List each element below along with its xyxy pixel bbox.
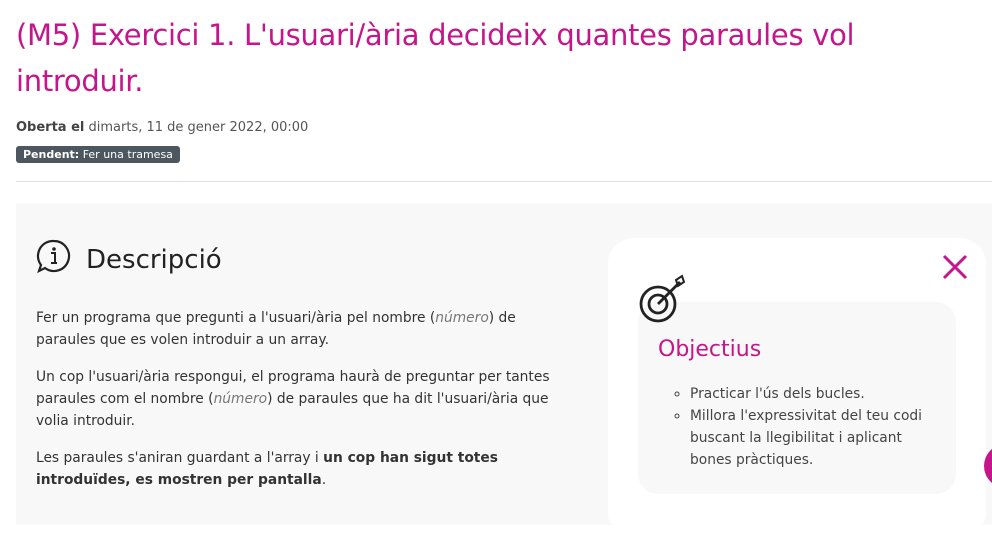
target-icon	[636, 274, 690, 330]
opened-date: Oberta el dimarts, 11 de gener 2022, 00:…	[16, 120, 309, 135]
list-item: Millora l'expressivitat del teu codi bus…	[690, 405, 940, 471]
paragraph: Les paraules s'aniran guardant a l'array…	[36, 450, 498, 488]
description-heading: Descripció	[36, 238, 222, 281]
info-icon	[36, 238, 72, 281]
paragraph: Fer un programa que pregunti a l'usuari/…	[36, 310, 516, 348]
page-title: (M5) Exercici 1. L'usuari/ària decideix …	[16, 18, 855, 98]
list-item: Practicar l'ús dels bucles.	[690, 383, 940, 405]
close-icon[interactable]	[940, 252, 970, 286]
divider	[16, 181, 992, 182]
objectives-list: Practicar l'ús dels bucles. Millora l'ex…	[690, 383, 940, 471]
status-badge: Pendent: Fer una tramesa	[16, 146, 180, 163]
paragraph: Un cop l'usuari/ària respongui, el progr…	[36, 369, 550, 429]
description-body: Fer un programa que pregunti a l'usuari/…	[36, 307, 576, 506]
objectives-heading: Objectius	[658, 337, 762, 362]
